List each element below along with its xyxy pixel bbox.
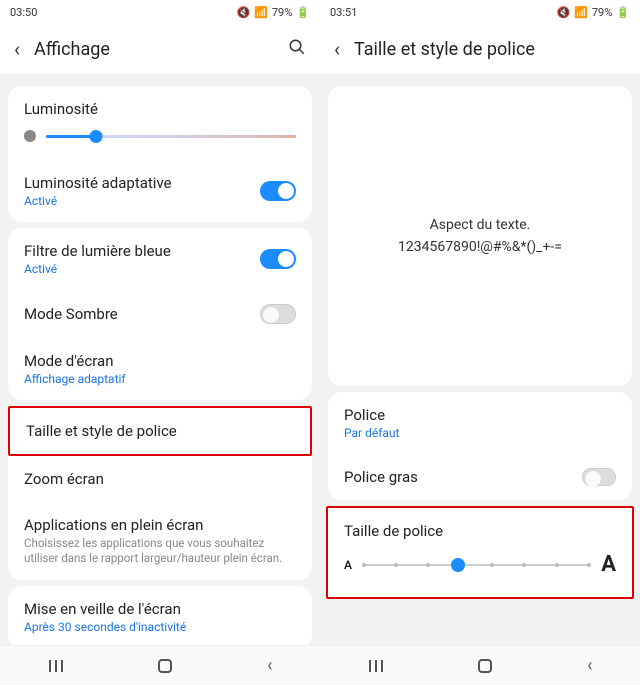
brightness-slider[interactable] [24,130,296,142]
fontsize-slider[interactable]: A A [344,552,616,577]
screen-font-settings: 03:51 🔇 📶 79% 🔋 ‹ Taille et style de pol… [320,0,640,685]
battery-percent: 79% [272,6,292,19]
battery-percent: 79% [592,6,612,19]
slider-thumb[interactable] [90,130,103,143]
status-bar: 03:50 🔇 📶 79% 🔋 [0,0,320,24]
sun-icon [24,130,36,142]
home-button[interactable] [478,659,492,673]
nav-bar: ‹ [320,645,640,685]
status-time: 03:51 [330,6,357,19]
text-preview-card: Aspect du texte. 1234567890!@#%&*()_+-= [328,86,632,386]
mute-icon: 🔇 [236,6,250,19]
zoom-label: Zoom écran [24,470,296,488]
bold-label: Police gras [344,468,582,486]
display-card-3: Taille et style de police Zoom écran App… [8,406,312,580]
brightness-section: Luminosité [8,86,312,160]
screenmode-row[interactable]: Mode d'écran Affichage adaptatif [8,338,312,400]
header: ‹ Taille et style de police [320,24,640,74]
fontsize-small-a: A [344,558,352,572]
preview-line1: Aspect du texte. [430,214,531,236]
darkmode-label: Mode Sombre [24,305,260,323]
back-button[interactable]: ‹ [587,655,592,676]
bluelight-toggle[interactable] [260,249,296,269]
font-row[interactable]: Police Par défaut [328,392,632,454]
fontstyle-label: Taille et style de police [26,422,294,440]
back-icon[interactable]: ‹ [334,37,340,61]
font-card: Police Par défaut Police gras [328,392,632,500]
screenmode-label: Mode d'écran [24,352,296,370]
nav-bar: ‹ [0,645,320,685]
darkmode-row[interactable]: Mode Sombre [8,290,312,338]
content: Aspect du texte. 1234567890!@#%&*()_+-= … [320,74,640,645]
header: ‹ Affichage [0,24,320,74]
status-bar: 03:51 🔇 📶 79% 🔋 [320,0,640,24]
brightness-card: Luminosité Luminosité adaptative Activé [8,86,312,222]
fontsize-card: Taille de police A A [326,506,634,599]
darkmode-toggle[interactable] [260,304,296,324]
battery-icon: 🔋 [296,6,310,19]
mute-icon: 🔇 [556,6,570,19]
signal-icon: 📶 [574,6,588,19]
signal-icon: 📶 [254,6,268,19]
fontsize-large-a: A [601,552,616,577]
fontsize-thumb[interactable] [451,558,465,572]
screenmode-sub: Affichage adaptatif [24,372,296,386]
brightness-label: Luminosité [24,100,296,118]
font-sub: Par défaut [344,426,616,440]
back-button[interactable]: ‹ [267,655,272,676]
fontsize-label: Taille de police [344,522,616,540]
status-time: 03:50 [10,6,37,19]
adaptive-brightness-row[interactable]: Luminosité adaptative Activé [8,160,312,222]
bluelight-label: Filtre de lumière bleue [24,242,260,260]
slider-track[interactable] [46,135,296,138]
font-style-row[interactable]: Taille et style de police [8,406,312,456]
display-card-4: Mise en veille de l'écran Après 30 secon… [8,586,312,645]
back-icon[interactable]: ‹ [14,37,20,61]
status-right: 🔇 📶 79% 🔋 [236,6,310,19]
recents-button[interactable] [47,665,63,667]
battery-icon: 🔋 [616,6,630,19]
recents-button[interactable] [367,665,383,667]
fontsize-track[interactable] [362,564,591,566]
bluelight-sub: Activé [24,262,260,276]
fullscreen-sub: Choisissez les applications que vous sou… [24,536,296,566]
home-button[interactable] [158,659,172,673]
content: Luminosité Luminosité adaptative Activé … [0,74,320,645]
adaptive-label: Luminosité adaptative [24,174,260,192]
sleep-label: Mise en veille de l'écran [24,600,296,618]
fullscreen-label: Applications en plein écran [24,516,296,534]
display-card-2: Filtre de lumière bleue Activé Mode Somb… [8,228,312,400]
bold-row[interactable]: Police gras [328,454,632,500]
zoom-row[interactable]: Zoom écran [8,456,312,502]
page-title: Taille et style de police [354,39,626,60]
sleep-row[interactable]: Mise en veille de l'écran Après 30 secon… [8,586,312,645]
preview-line2: 1234567890!@#%&*()_+-= [398,236,562,258]
sleep-sub: Après 30 secondes d'inactivité [24,620,296,634]
screen-display-settings: 03:50 🔇 📶 79% 🔋 ‹ Affichage Luminosité [0,0,320,685]
bold-toggle[interactable] [582,468,616,486]
font-label: Police [344,406,616,424]
page-title: Affichage [34,39,274,60]
adaptive-sub: Activé [24,194,260,208]
bluelight-row[interactable]: Filtre de lumière bleue Activé [8,228,312,290]
fullscreen-row[interactable]: Applications en plein écran Choisissez l… [8,502,312,580]
status-right: 🔇 📶 79% 🔋 [556,6,630,19]
search-icon[interactable] [288,38,306,61]
adaptive-toggle[interactable] [260,181,296,201]
